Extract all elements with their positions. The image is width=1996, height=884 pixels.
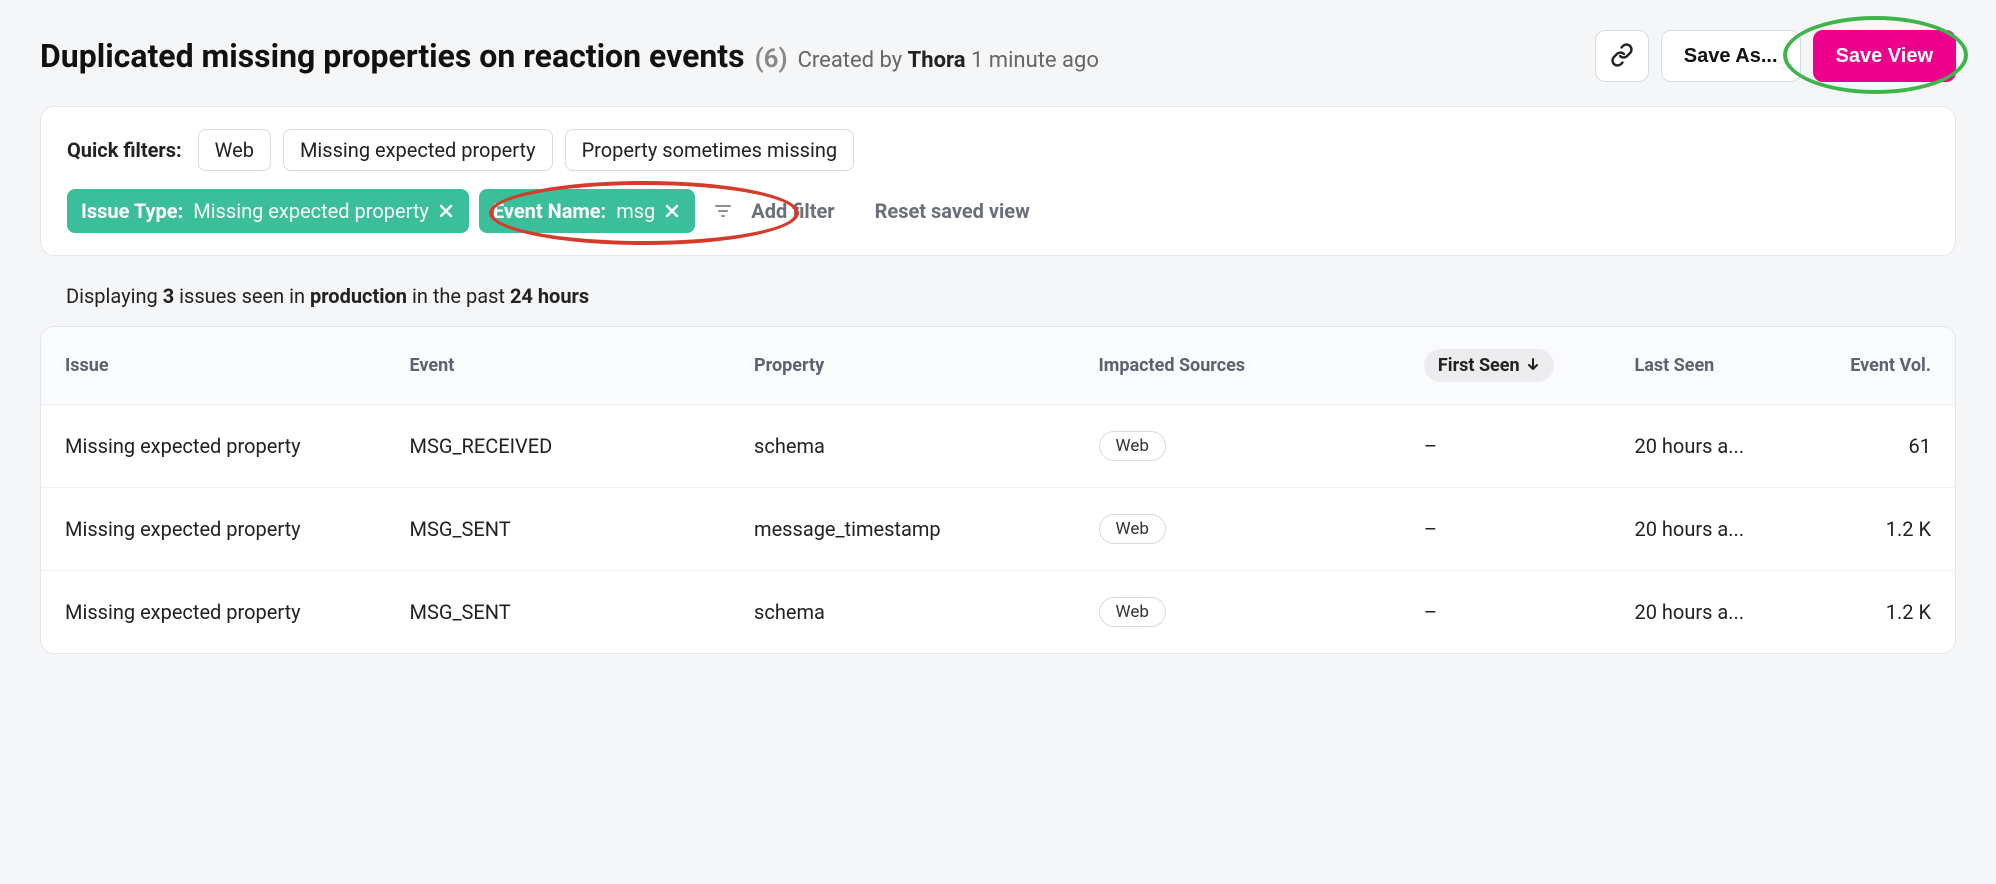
cell-first-seen: – bbox=[1400, 488, 1611, 571]
filter-value: Missing expected property bbox=[193, 199, 429, 223]
col-header-issue[interactable]: Issue bbox=[41, 327, 386, 405]
cell-last-seen: 20 hours a... bbox=[1610, 571, 1801, 654]
sort-column-label: First Seen bbox=[1438, 355, 1520, 376]
active-filters-row: Issue Type: Missing expected property Ev… bbox=[67, 189, 1929, 233]
summary-mid1: issues seen in bbox=[179, 284, 305, 308]
filter-key: Event Name: bbox=[493, 199, 606, 223]
quick-filters-label: Quick filters: bbox=[67, 138, 182, 162]
col-header-sources[interactable]: Impacted Sources bbox=[1075, 327, 1400, 405]
reset-saved-view-button[interactable]: Reset saved view bbox=[875, 199, 1030, 223]
link-icon bbox=[1610, 43, 1634, 70]
cell-last-seen: 20 hours a... bbox=[1610, 405, 1801, 488]
table-row[interactable]: Missing expected property MSG_SENT messa… bbox=[41, 488, 1955, 571]
header-actions: Save As... Save View bbox=[1595, 30, 1956, 82]
table-header-row: Issue Event Property Impacted Sources Fi… bbox=[41, 327, 1955, 405]
cell-first-seen: – bbox=[1400, 571, 1611, 654]
source-chip[interactable]: Web bbox=[1099, 431, 1166, 461]
copy-link-button[interactable] bbox=[1595, 30, 1649, 82]
remove-filter-icon[interactable] bbox=[439, 203, 455, 219]
cell-issue: Missing expected property bbox=[41, 405, 386, 488]
cell-issue: Missing expected property bbox=[41, 571, 386, 654]
col-header-property[interactable]: Property bbox=[730, 327, 1075, 405]
filter-key: Issue Type: bbox=[81, 199, 183, 223]
col-header-first-seen[interactable]: First Seen bbox=[1400, 327, 1611, 405]
table-body: Missing expected property MSG_RECEIVED s… bbox=[41, 405, 1955, 654]
title-block: Duplicated missing properties on reactio… bbox=[40, 37, 1099, 75]
created-ago: 1 minute ago bbox=[971, 48, 1099, 73]
save-as-button[interactable]: Save As... bbox=[1661, 30, 1801, 82]
filters-card: Quick filters: Web Missing expected prop… bbox=[40, 106, 1956, 256]
quick-filter-missing-expected[interactable]: Missing expected property bbox=[283, 129, 553, 171]
col-header-event[interactable]: Event bbox=[386, 327, 731, 405]
filter-pill-issue-type[interactable]: Issue Type: Missing expected property bbox=[67, 189, 469, 233]
cell-property: message_timestamp bbox=[730, 488, 1075, 571]
table-row[interactable]: Missing expected property MSG_RECEIVED s… bbox=[41, 405, 1955, 488]
save-view-button[interactable]: Save View bbox=[1813, 30, 1956, 82]
filter-pill-event-name[interactable]: Event Name: msg bbox=[479, 189, 695, 233]
cell-issue: Missing expected property bbox=[41, 488, 386, 571]
cell-event: MSG_SENT bbox=[386, 571, 731, 654]
remove-filter-icon[interactable] bbox=[665, 203, 681, 219]
add-filter-button[interactable]: Add filter bbox=[751, 199, 834, 223]
cell-first-seen: – bbox=[1400, 405, 1611, 488]
summary-prefix: Displaying bbox=[66, 284, 158, 308]
cell-property: schema bbox=[730, 571, 1075, 654]
issue-count: (6) bbox=[755, 44, 788, 74]
summary-line: Displaying 3 issues seen in production i… bbox=[40, 284, 1956, 308]
created-author: Thora bbox=[908, 48, 966, 73]
cell-sources: Web bbox=[1075, 405, 1400, 488]
cell-property: schema bbox=[730, 405, 1075, 488]
cell-event-vol: 1.2 K bbox=[1802, 571, 1955, 654]
quick-filter-web[interactable]: Web bbox=[198, 129, 271, 171]
arrow-down-icon bbox=[1526, 355, 1540, 376]
quick-filter-sometimes-missing[interactable]: Property sometimes missing bbox=[565, 129, 855, 171]
created-prefix: Created by bbox=[798, 48, 903, 73]
summary-count: 3 bbox=[163, 284, 174, 308]
cell-event: MSG_SENT bbox=[386, 488, 731, 571]
filter-value: msg bbox=[616, 199, 655, 223]
created-by: Created by Thora 1 minute ago bbox=[798, 48, 1099, 73]
col-header-last-seen[interactable]: Last Seen bbox=[1610, 327, 1801, 405]
issues-table-card: Issue Event Property Impacted Sources Fi… bbox=[40, 326, 1956, 654]
cell-event: MSG_RECEIVED bbox=[386, 405, 731, 488]
filter-settings-icon[interactable] bbox=[713, 201, 733, 221]
page-header: Duplicated missing properties on reactio… bbox=[40, 30, 1956, 82]
sort-indicator[interactable]: First Seen bbox=[1424, 349, 1554, 382]
summary-env: production bbox=[310, 284, 407, 308]
source-chip[interactable]: Web bbox=[1099, 597, 1166, 627]
cell-last-seen: 20 hours a... bbox=[1610, 488, 1801, 571]
summary-range: 24 hours bbox=[510, 284, 589, 308]
source-chip[interactable]: Web bbox=[1099, 514, 1166, 544]
cell-sources: Web bbox=[1075, 488, 1400, 571]
cell-event-vol: 1.2 K bbox=[1802, 488, 1955, 571]
cell-event-vol: 61 bbox=[1802, 405, 1955, 488]
summary-mid2: in the past bbox=[412, 284, 505, 308]
quick-filters-row: Quick filters: Web Missing expected prop… bbox=[67, 129, 1929, 171]
page-title: Duplicated missing properties on reactio… bbox=[40, 37, 745, 75]
table-row[interactable]: Missing expected property MSG_SENT schem… bbox=[41, 571, 1955, 654]
issues-table: Issue Event Property Impacted Sources Fi… bbox=[41, 327, 1955, 653]
cell-sources: Web bbox=[1075, 571, 1400, 654]
col-header-event-vol[interactable]: Event Vol. bbox=[1802, 327, 1955, 405]
